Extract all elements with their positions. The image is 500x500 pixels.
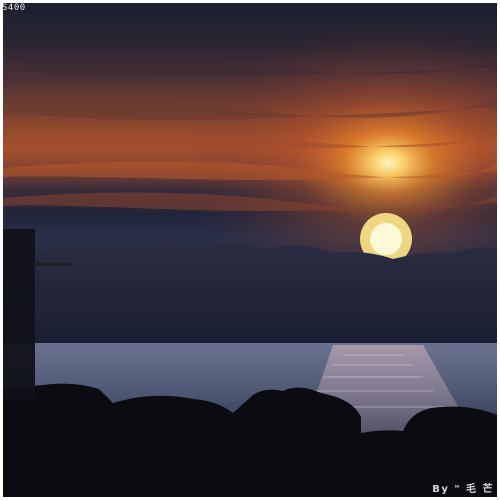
sun-core [370,223,402,255]
sunset-scene [3,3,497,497]
cloud-bank [3,243,497,343]
sunset-photo [3,3,497,497]
foreground-bar [29,263,71,266]
camera-label: S400 [2,3,26,13]
photographer-signature: By " 毛 芒 [432,484,494,495]
photo-frame: S400 By " 毛 芒 [0,0,500,500]
foreground-post [3,229,35,399]
